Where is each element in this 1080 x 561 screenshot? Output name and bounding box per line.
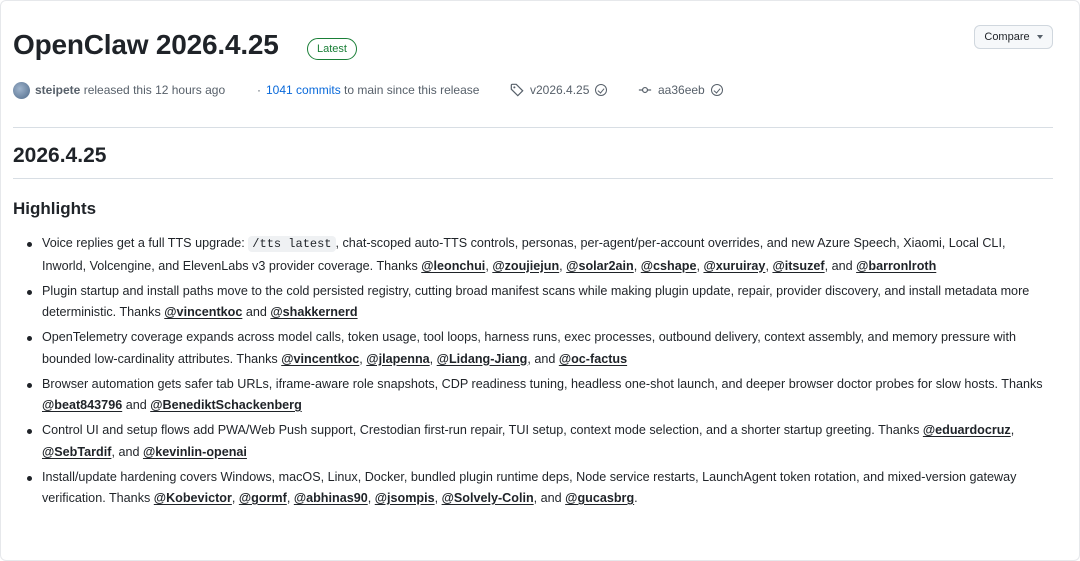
mention-link[interactable]: @Solvely-Colin [442,491,534,505]
list-item: OpenTelemetry coverage expands across mo… [23,327,1053,370]
mention-link[interactable]: @oc-factus [559,352,627,366]
release-title[interactable]: OpenClaw 2026.4.25 [13,29,279,61]
mention-link[interactable]: @shakkernerd [270,305,357,319]
mention-link[interactable]: @BenediktSchackenberg [150,398,302,412]
thanks-label: Thanks [108,491,151,505]
thanks-label: Thanks [376,258,418,273]
mention-link[interactable]: @beat843796 [42,398,122,412]
list-item: Browser automation gets safer tab URLs, … [23,374,1053,417]
mention-link[interactable]: @kevinlin-openai [143,445,247,459]
list-item: Install/update hardening covers Windows,… [23,467,1053,510]
mention-link[interactable]: @barronlroth [856,259,936,273]
tag-meta: v2026.4.25 [510,81,608,99]
chevron-down-icon [1036,35,1043,39]
commit-hash-link[interactable]: aa36eeb [658,83,705,97]
commit-meta: aa36eeb [638,81,723,99]
thanks-label: Thanks [878,423,920,437]
mention-link[interactable]: @eduardocruz [923,423,1011,437]
and-label: and [118,444,140,459]
commit-icon [638,86,652,94]
compare-button[interactable]: Compare [974,25,1053,49]
and-label: and [540,491,562,505]
list-item: Voice replies get a full TTS upgrade: /t… [23,233,1053,277]
mention-link[interactable]: @gormf [239,491,287,505]
verified-check-icon [595,84,608,96]
mention-link[interactable]: @Lidang-Jiang [437,352,528,366]
highlights-heading: Highlights [13,199,97,218]
mention-link[interactable]: @zoujiejun [492,259,559,273]
highlights-list: Voice replies get a full TTS upgrade: /t… [23,233,1053,513]
mention-link[interactable]: @jlapenna [366,352,429,366]
item-text: Browser automation gets safer tab URLs, … [42,376,998,391]
mention-link[interactable]: @Kobevictor [154,491,232,505]
and-label: and [245,305,267,319]
divider [13,178,1053,179]
mention-link[interactable]: @abhinas90 [294,491,368,505]
release-card: OpenClaw 2026.4.25 Latest Compare steipe… [0,0,1080,561]
mention-link[interactable]: @jsompis [375,491,435,505]
mention-link[interactable]: @leonchui [421,259,485,273]
list-item: Control UI and setup flows add PWA/Web P… [23,420,1053,463]
tag-link[interactable]: v2026.4.25 [530,83,589,97]
verified-check-icon [710,84,723,96]
item-text: Voice replies get a full TTS upgrade: [42,236,245,250]
mention-link[interactable]: @solar2ain [566,259,634,273]
and-label: and [831,258,853,273]
thanks-label: Thanks [119,305,161,319]
latest-badge: Latest [307,38,357,60]
commits-link[interactable]: 1041 commits [266,83,341,97]
released-text: released this 12 hours ago [83,83,226,97]
and-label: and [534,351,556,366]
tag-icon [510,83,524,97]
mention-link[interactable]: @vincentkoc [164,305,242,319]
inline-code: /tts latest [248,236,336,252]
and-label: and [125,398,147,412]
mention-link[interactable]: @gucasbrg [565,491,634,505]
mention-link[interactable]: @cshape [641,259,697,273]
item-text: Control UI and setup flows add PWA/Web P… [42,423,875,437]
thanks-label: Thanks [1001,376,1043,391]
mention-link[interactable]: @SebTardif [42,445,111,459]
author-link[interactable]: steipete [35,83,80,97]
item-text: OpenTelemetry coverage expands across mo… [42,330,1016,366]
release-author-meta: steipete released this 12 hours ago [13,81,225,99]
avatar[interactable] [13,81,30,99]
mention-link[interactable]: @vincentkoc [281,352,359,366]
divider [13,127,1053,128]
compare-label: Compare [984,31,1030,43]
commits-meta: · 1041 commits to main since this releas… [257,83,480,97]
version-heading: 2026.4.25 [13,144,107,167]
commits-suffix: to main since this release [344,83,480,97]
thanks-label: Thanks [236,351,278,366]
list-item: Plugin startup and install paths move to… [23,281,1053,324]
mention-link[interactable]: @xuruiray [703,259,765,273]
mention-link[interactable]: @itsuzef [772,259,824,273]
